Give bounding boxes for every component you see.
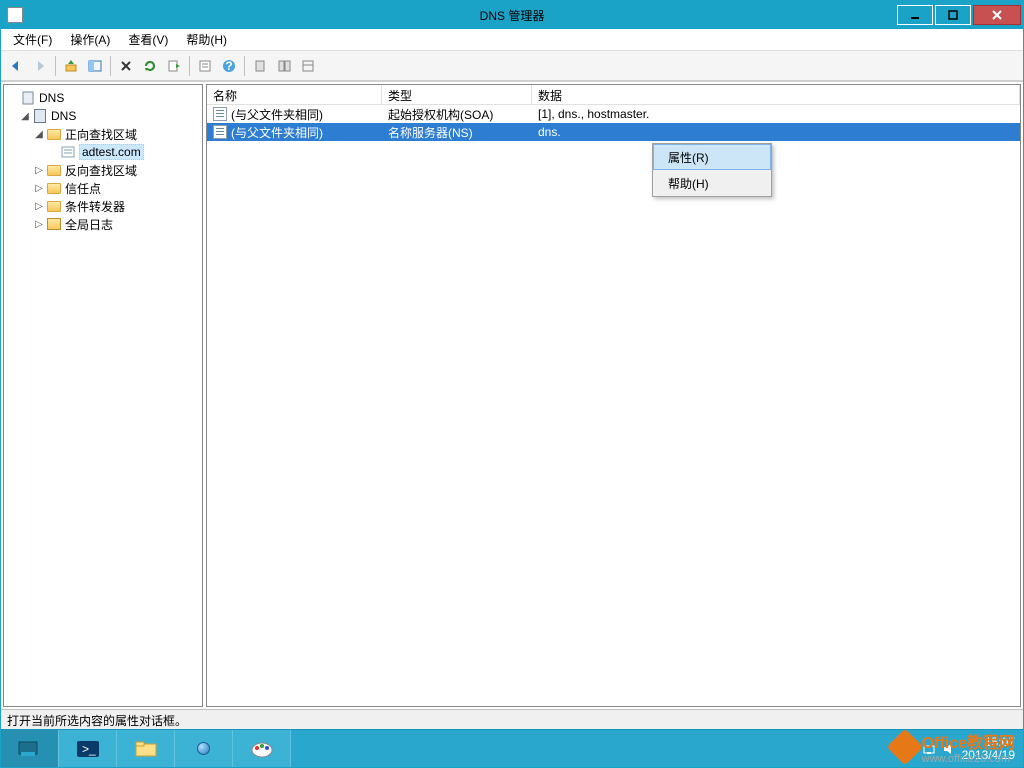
- svg-text:?: ?: [225, 59, 232, 73]
- tree-label: adtest.com: [79, 144, 144, 160]
- export-button[interactable]: [163, 55, 185, 77]
- record-icon: [213, 125, 227, 139]
- folder-icon: [46, 198, 62, 214]
- col-type[interactable]: 类型: [382, 85, 532, 104]
- tree-label: 正向查找区域: [65, 126, 137, 143]
- chevron-down-icon[interactable]: ◢: [18, 111, 32, 122]
- chevron-right-icon[interactable]: ▷: [32, 165, 46, 176]
- tree-label: 全局日志: [65, 216, 113, 233]
- refresh-button[interactable]: [139, 55, 161, 77]
- record-icon: [213, 107, 227, 121]
- col-data[interactable]: 数据: [532, 85, 1020, 104]
- tray-sound-icon[interactable]: [942, 742, 956, 756]
- tree-label: 反向查找区域: [65, 162, 137, 179]
- menubar: 文件(F) 操作(A) 查看(V) 帮助(H): [1, 29, 1023, 51]
- task-explorer[interactable]: [117, 730, 175, 767]
- window-title: DNS 管理器: [480, 7, 545, 24]
- chevron-right-icon[interactable]: ▷: [32, 183, 46, 194]
- folder-icon: [46, 162, 62, 178]
- svg-text:>_: >_: [82, 742, 96, 756]
- context-help[interactable]: 帮助(H): [653, 170, 771, 196]
- filter3-button[interactable]: [297, 55, 319, 77]
- tray-flag-icon[interactable]: [902, 742, 916, 756]
- tray-time: 15:07: [985, 736, 1015, 749]
- cell-data: [1], dns., hostmaster.: [538, 107, 649, 121]
- list-pane[interactable]: 名称 类型 数据 (与父文件夹相同) 起始授权机构(SOA) [1], dns.…: [206, 84, 1021, 707]
- list-row[interactable]: (与父文件夹相同) 名称服务器(NS) dns.: [207, 123, 1020, 141]
- cell-type: 名称服务器(NS): [388, 124, 473, 141]
- folder-icon: [46, 126, 62, 142]
- tree-global-logs[interactable]: ▷ 全局日志: [6, 215, 200, 233]
- menu-action[interactable]: 操作(A): [62, 29, 118, 50]
- tree-forward-zones[interactable]: ◢ 正向查找区域: [6, 125, 200, 143]
- tree-server[interactable]: ◢ DNS: [6, 107, 200, 125]
- tree-conditional-forwarders[interactable]: ▷ 条件转发器: [6, 197, 200, 215]
- chevron-right-icon[interactable]: ▷: [32, 201, 46, 212]
- dns-root-icon: [20, 90, 36, 106]
- tray-network-icon[interactable]: [922, 742, 936, 756]
- task-powershell[interactable]: >_: [59, 730, 117, 767]
- task-paint[interactable]: [233, 730, 291, 767]
- menu-view[interactable]: 查看(V): [120, 29, 176, 50]
- filter2-button[interactable]: [273, 55, 295, 77]
- task-server-manager[interactable]: [1, 730, 59, 767]
- cell-type: 起始授权机构(SOA): [388, 106, 493, 123]
- maximize-button[interactable]: [935, 5, 971, 25]
- server-icon: [32, 108, 48, 124]
- system-tray[interactable]: 15:07 2013/4/19: [894, 730, 1023, 767]
- tree-label: DNS: [51, 109, 76, 123]
- col-name[interactable]: 名称: [207, 85, 382, 104]
- app-icon: [7, 7, 23, 23]
- zone-icon: [60, 144, 76, 160]
- cell-name: (与父文件夹相同): [231, 124, 323, 141]
- chevron-right-icon[interactable]: ▷: [32, 219, 46, 230]
- tree-root[interactable]: DNS: [6, 89, 200, 107]
- folder-icon: [46, 180, 62, 196]
- tree-label: 信任点: [65, 180, 101, 197]
- taskbar[interactable]: >_ 15:07 2013/4/19 Office教程网 www.office2…: [1, 729, 1023, 767]
- close-button[interactable]: [973, 5, 1021, 25]
- tree-pane[interactable]: DNS ◢ DNS ◢ 正向查找区域 adtest.com ▷ 反向查找区域: [3, 84, 203, 707]
- task-dns[interactable]: [175, 730, 233, 767]
- titlebar[interactable]: DNS 管理器: [1, 1, 1023, 29]
- properties-button[interactable]: [194, 55, 216, 77]
- back-button[interactable]: [5, 55, 27, 77]
- chevron-down-icon[interactable]: ◢: [32, 129, 46, 140]
- show-hide-button[interactable]: [84, 55, 106, 77]
- list-row[interactable]: (与父文件夹相同) 起始授权机构(SOA) [1], dns., hostmas…: [207, 105, 1020, 123]
- cell-data: dns.: [538, 125, 561, 139]
- minimize-button[interactable]: [897, 5, 933, 25]
- globe-icon: [197, 742, 210, 755]
- up-button[interactable]: [60, 55, 82, 77]
- context-properties[interactable]: 属性(R): [653, 144, 771, 170]
- list-header: 名称 类型 数据: [207, 85, 1020, 105]
- status-text: 打开当前所选内容的属性对话框。: [7, 714, 187, 728]
- tray-date: 2013/4/19: [962, 749, 1015, 762]
- tree-label: DNS: [39, 91, 64, 105]
- delete-button[interactable]: [115, 55, 137, 77]
- help-button[interactable]: ?: [218, 55, 240, 77]
- tree-trust-points[interactable]: ▷ 信任点: [6, 179, 200, 197]
- cell-name: (与父文件夹相同): [231, 106, 323, 123]
- toolbar: ?: [1, 51, 1023, 81]
- forward-button[interactable]: [29, 55, 51, 77]
- tree-label: 条件转发器: [65, 198, 125, 215]
- list-body: (与父文件夹相同) 起始授权机构(SOA) [1], dns., hostmas…: [207, 105, 1020, 706]
- statusbar: 打开当前所选内容的属性对话框。: [1, 709, 1023, 729]
- context-menu: 属性(R) 帮助(H): [652, 143, 772, 197]
- filter1-button[interactable]: [249, 55, 271, 77]
- log-icon: [46, 216, 62, 232]
- menu-help[interactable]: 帮助(H): [178, 29, 235, 50]
- tree-zone-adtest[interactable]: adtest.com: [6, 143, 200, 161]
- menu-file[interactable]: 文件(F): [5, 29, 60, 50]
- tree-reverse-zones[interactable]: ▷ 反向查找区域: [6, 161, 200, 179]
